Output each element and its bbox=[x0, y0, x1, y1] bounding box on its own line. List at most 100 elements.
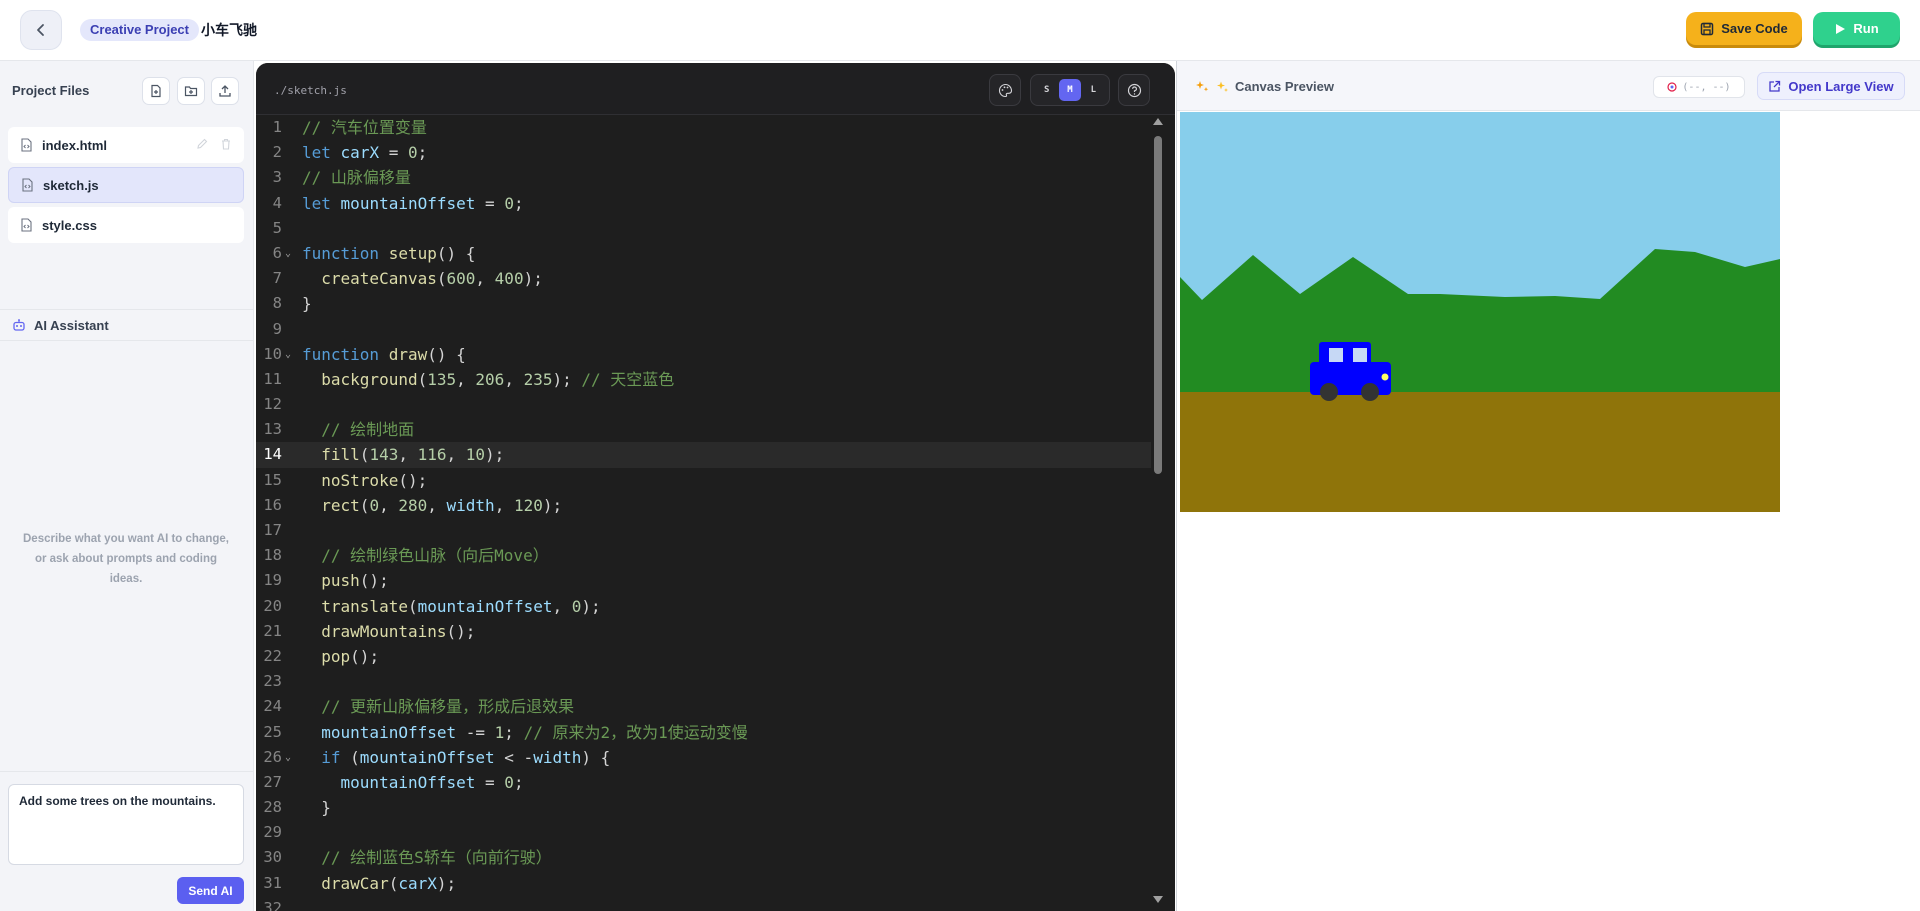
back-button[interactable] bbox=[20, 10, 62, 50]
fold-chevron-icon[interactable]: ⌄ bbox=[285, 342, 291, 367]
code-line[interactable]: 3 // 山脉偏移量 bbox=[256, 165, 1161, 190]
code-text: createCanvas(600, 400); bbox=[321, 269, 543, 289]
code-line[interactable]: 7 createCanvas(600, 400); bbox=[256, 266, 1161, 291]
code-line[interactable]: 23 bbox=[256, 669, 1161, 694]
help-button[interactable] bbox=[1118, 74, 1150, 106]
upload-button[interactable] bbox=[211, 77, 239, 105]
project-files-header: Project Files bbox=[0, 61, 254, 121]
scroll-down-arrow[interactable] bbox=[1153, 896, 1163, 903]
code-text: // 更新山脉偏移量，形成后退效果 bbox=[321, 697, 575, 717]
code-line[interactable]: 1 // 汽车位置变量 bbox=[256, 115, 1161, 140]
code-line[interactable]: 2 let carX = 0; bbox=[256, 140, 1161, 165]
font-size-l[interactable]: L bbox=[1082, 79, 1104, 101]
code-line[interactable]: 18 // 绘制绿色山脉（向后Move） bbox=[256, 543, 1161, 568]
code-line[interactable]: 31 drawCar(carX); bbox=[256, 871, 1161, 896]
code-line[interactable]: 22 pop(); bbox=[256, 644, 1161, 669]
scroll-up-arrow[interactable] bbox=[1153, 118, 1163, 125]
run-button[interactable]: Run bbox=[1813, 12, 1900, 45]
code-line[interactable]: 4 let mountainOffset = 0; bbox=[256, 191, 1161, 216]
file-actions bbox=[196, 138, 232, 150]
code-line[interactable]: 5 bbox=[256, 216, 1161, 241]
new-folder-icon bbox=[184, 86, 198, 97]
coordinate-readout: (--, --) bbox=[1653, 76, 1745, 98]
code-line[interactable]: 11 background(135, 206, 235); // 天空蓝色 bbox=[256, 367, 1161, 392]
sparkles-icon bbox=[1217, 81, 1228, 92]
preview-title: Canvas Preview bbox=[1195, 79, 1334, 94]
code-line[interactable]: 30 // 绘制蓝色S轿车（向前行驶） bbox=[256, 845, 1161, 870]
line-number: 9 bbox=[272, 319, 282, 338]
code-text: // 汽车位置变量 bbox=[302, 118, 427, 137]
code-line[interactable]: 17 bbox=[256, 518, 1161, 543]
code-line[interactable]: 8} bbox=[256, 291, 1161, 316]
code-line[interactable]: 28 } bbox=[256, 795, 1161, 820]
code-line[interactable]: 19 push(); bbox=[256, 568, 1161, 593]
fold-chevron-icon[interactable]: ⌄ bbox=[285, 241, 291, 266]
line-number: 30 bbox=[263, 848, 282, 867]
code-text: let mountainOffset = 0; bbox=[302, 193, 524, 213]
code-line[interactable]: 27 mountainOffset = 0; bbox=[256, 770, 1161, 795]
line-number: 15 bbox=[263, 470, 282, 489]
new-folder-button[interactable] bbox=[177, 77, 205, 105]
code-file-icon bbox=[21, 138, 32, 152]
ai-assistant-header: AI Assistant bbox=[0, 309, 254, 341]
code-text: // 绘制地面 bbox=[321, 420, 415, 440]
line-number: 19 bbox=[263, 571, 282, 590]
code-line[interactable]: 9 bbox=[256, 317, 1161, 342]
code-line[interactable]: 29 bbox=[256, 820, 1161, 845]
code-text: push(); bbox=[321, 571, 389, 591]
p5-canvas[interactable] bbox=[1180, 112, 1780, 512]
canvas-preview-panel: Canvas Preview (--, --) Open Large View bbox=[1176, 61, 1920, 911]
code-line[interactable]: 24 // 更新山脉偏移量，形成后退效果 bbox=[256, 694, 1161, 719]
code-line[interactable]: 6 ⌄ function setup() { bbox=[256, 241, 1161, 266]
code-line[interactable]: 26 ⌄ if (mountainOffset < -width) { bbox=[256, 745, 1161, 770]
file-item-sketch-js[interactable]: sketch.js bbox=[8, 167, 244, 203]
code-text: } bbox=[302, 798, 331, 818]
chevron-left-icon bbox=[37, 24, 44, 36]
code-text: drawMountains(); bbox=[321, 621, 476, 641]
code-text: } bbox=[302, 294, 312, 314]
code-file-icon bbox=[21, 218, 32, 232]
code-text: // 绘制绿色山脉（向后Move） bbox=[321, 546, 549, 566]
line-number: 11 bbox=[263, 369, 282, 388]
code-line[interactable]: 12 bbox=[256, 392, 1161, 417]
code-line[interactable]: 10 ⌄ function draw() { bbox=[256, 342, 1161, 367]
line-number: 21 bbox=[263, 621, 282, 640]
line-number: 14 bbox=[263, 445, 282, 464]
ai-input-area: Add some trees on the mountains. Send AI bbox=[0, 771, 254, 911]
fold-chevron-icon[interactable]: ⌄ bbox=[285, 745, 291, 770]
line-number: 25 bbox=[263, 722, 282, 741]
code-text: // 山脉偏移量 bbox=[302, 168, 411, 188]
code-line[interactable]: 14 fill(143, 116, 10); bbox=[256, 442, 1161, 468]
theme-button[interactable] bbox=[989, 74, 1021, 106]
ground bbox=[1180, 392, 1780, 512]
font-size-m[interactable]: M bbox=[1058, 79, 1081, 101]
code-line[interactable]: 20 translate(mountainOffset, 0); bbox=[256, 594, 1161, 619]
new-file-button[interactable] bbox=[142, 77, 170, 105]
code-line[interactable]: 13 // 绘制地面 bbox=[256, 417, 1161, 442]
line-number: 31 bbox=[263, 873, 282, 892]
open-large-view-button[interactable]: Open Large View bbox=[1757, 72, 1905, 100]
code-line[interactable]: 25 mountainOffset -= 1; // 原来为2，改为1使运动变慢 bbox=[256, 720, 1161, 745]
rename-pencil-icon[interactable] bbox=[196, 138, 208, 150]
project-title: 小车飞驰 bbox=[201, 22, 257, 38]
editor-scrollbar[interactable] bbox=[1151, 115, 1165, 911]
ai-prompt-input[interactable]: Add some trees on the mountains. bbox=[8, 784, 244, 865]
project-type-badge: Creative Project bbox=[80, 19, 199, 41]
line-number: 1 bbox=[272, 118, 282, 136]
file-name: style.css bbox=[42, 217, 97, 233]
code-line[interactable]: 21 drawMountains(); bbox=[256, 619, 1161, 644]
font-size-s[interactable]: S bbox=[1036, 79, 1058, 101]
line-number: 22 bbox=[263, 646, 282, 665]
send-ai-button[interactable]: Send AI bbox=[177, 877, 244, 904]
delete-trash-icon[interactable] bbox=[220, 138, 232, 150]
scroll-thumb[interactable] bbox=[1154, 136, 1162, 474]
code-file-icon bbox=[22, 178, 33, 192]
file-item-index-html[interactable]: index.html bbox=[8, 127, 244, 163]
line-number: 23 bbox=[263, 672, 282, 691]
code-line[interactable]: 32 bbox=[256, 896, 1161, 911]
code-line[interactable]: 15 noStroke(); bbox=[256, 468, 1161, 493]
save-code-button[interactable]: Save Code bbox=[1686, 12, 1802, 45]
code-line[interactable]: 16 rect(0, 280, width, 120); bbox=[256, 493, 1161, 518]
file-item-style-css[interactable]: style.css bbox=[8, 207, 244, 243]
code-lines[interactable]: 1 // 汽车位置变量 2 let carX = 0; 3 // 山脉偏移量 4 let mo… bbox=[256, 115, 1161, 911]
